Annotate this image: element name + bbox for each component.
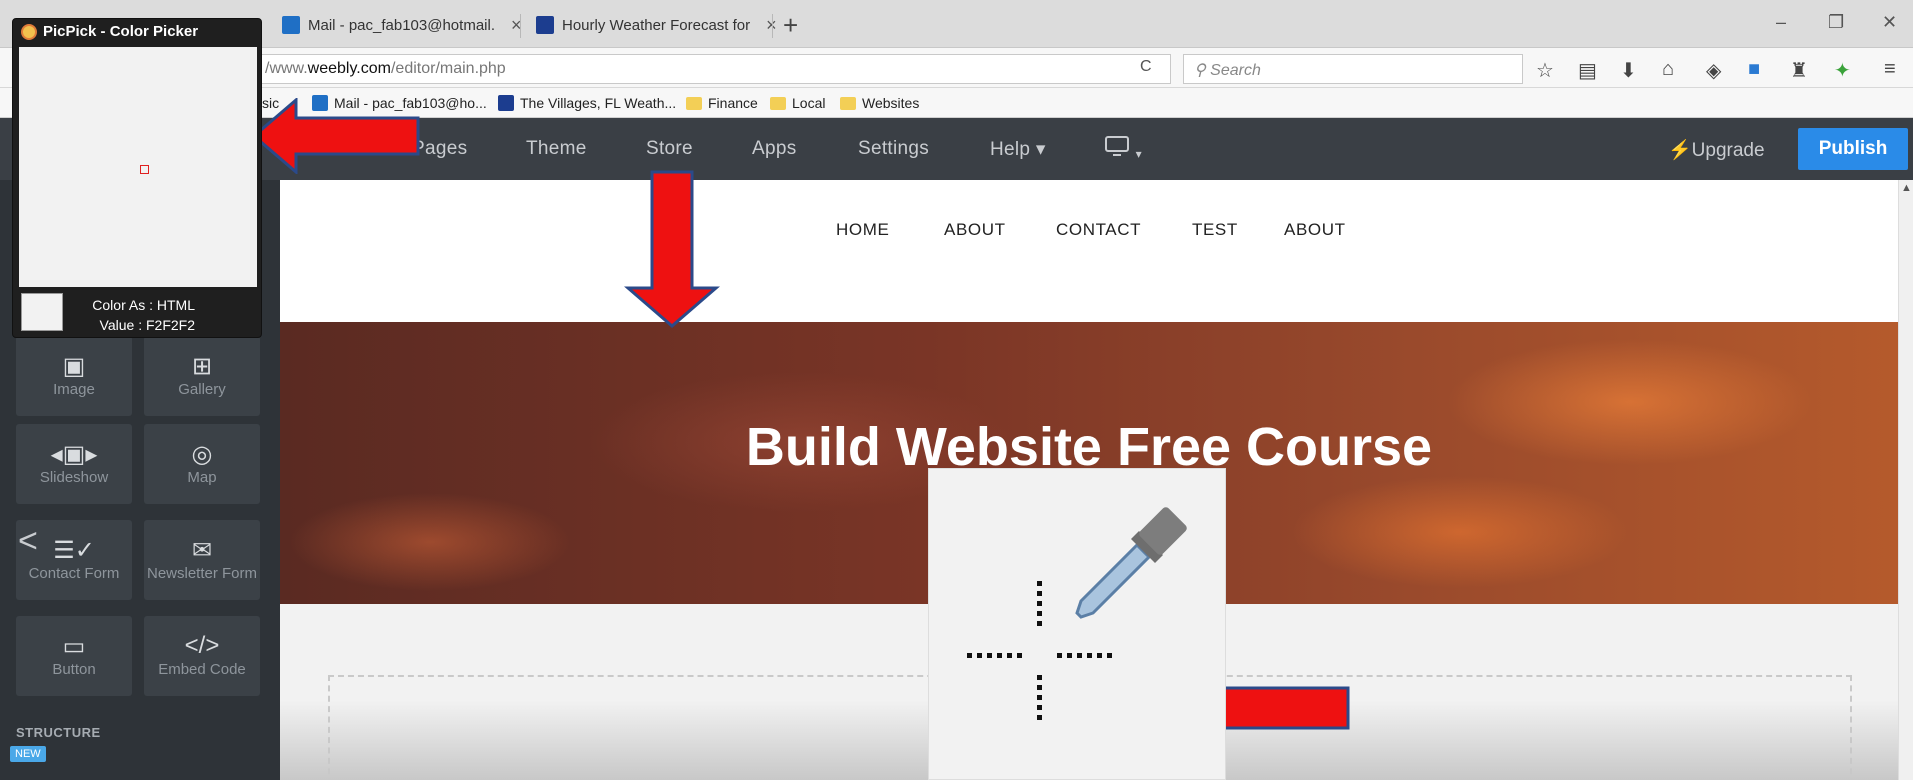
search-icon: ⚲ (1194, 62, 1206, 79)
menu-icon[interactable]: ≡ (1884, 58, 1896, 81)
annotation-arrow-left (252, 98, 420, 174)
picpick-title-bar[interactable]: PicPick - Color Picker (21, 23, 198, 40)
crosshair-right (1057, 653, 1113, 658)
url-path: /editor/main.php (390, 60, 506, 77)
search-placeholder: Search (1210, 62, 1261, 79)
outlook-icon (282, 16, 300, 34)
menu-help[interactable]: Help ▾ (990, 138, 1046, 161)
element-gallery[interactable]: ⊞ Gallery (144, 336, 260, 416)
element-newsletter-form[interactable]: ✉ Newsletter Form (144, 520, 260, 600)
minimize-button[interactable]: – (1776, 12, 1786, 33)
reload-icon[interactable]: C (1140, 58, 1152, 76)
url-prefix: /www. (265, 60, 308, 77)
menu-theme[interactable]: Theme (526, 138, 587, 160)
crosshair-bottom (1037, 675, 1042, 725)
extension-icon[interactable]: ■ (1748, 58, 1760, 81)
scroll-up-icon[interactable]: ▲ (1901, 182, 1912, 194)
url-bar[interactable]: /www.weebly.com/editor/main.php (256, 54, 1171, 84)
new-badge: NEW (10, 746, 46, 762)
bookmark-item[interactable]: The Villages, FL Weath... (498, 95, 676, 111)
site-nav-about-2[interactable]: ABOUT (1284, 220, 1346, 240)
site-nav-test[interactable]: TEST (1192, 220, 1238, 240)
picpick-zoom-preview (19, 47, 257, 287)
eyedropper-icon (1075, 507, 1187, 619)
folder-icon (770, 96, 786, 110)
menu-store[interactable]: Store (646, 138, 693, 160)
element-embed-code[interactable]: </> Embed Code (144, 616, 260, 696)
home-icon[interactable]: ⌂ (1662, 58, 1674, 81)
download-icon[interactable]: ⬇ (1620, 58, 1637, 83)
annotation-arrow-down (624, 170, 720, 328)
bookmark-folder[interactable]: Local (770, 95, 825, 111)
screen: Mail - pac_fab103@hotmail. × Hourly Weat… (0, 0, 1913, 780)
reading-list-icon[interactable]: ▤ (1578, 58, 1597, 83)
bookmark-folder[interactable]: Websites (840, 95, 919, 111)
eyedropper-magnifier (928, 468, 1226, 780)
search-input[interactable]: ⚲ Search (1183, 54, 1523, 84)
tab-separator (772, 14, 773, 38)
section-title-structure: STRUCTURE (16, 725, 101, 740)
site-nav-contact[interactable]: CONTACT (1056, 220, 1141, 240)
annotation-arrow-right (1222, 686, 1350, 730)
site-header: HOME ABOUT CONTACT TEST ABOUT (280, 180, 1898, 322)
monitor-icon (1105, 136, 1129, 156)
browser-tab-strip: Mail - pac_fab103@hotmail. × Hourly Weat… (0, 0, 1913, 48)
close-window-button[interactable]: ✕ (1882, 12, 1897, 33)
button-icon: ▭ (62, 633, 86, 660)
menu-settings[interactable]: Settings (858, 138, 929, 160)
folder-icon (686, 96, 702, 110)
gallery-icon: ⊞ (191, 353, 213, 380)
crosshair-left (967, 653, 1023, 658)
weather-channel-icon (498, 95, 514, 111)
collapse-arrow[interactable]: < (18, 522, 38, 561)
map-pin-icon: ◎ (191, 441, 213, 468)
element-button[interactable]: ▭ Button (16, 616, 132, 696)
picker-target-icon (140, 165, 149, 174)
element-slideshow[interactable]: ◂▣▸ Slideshow (16, 424, 132, 504)
tab-label: Mail - pac_fab103@hotmail. (308, 16, 495, 34)
device-preview-button[interactable]: ▾ (1104, 134, 1142, 164)
picpick-logo-icon (21, 23, 37, 40)
code-icon: </> (184, 632, 220, 659)
picpick-window[interactable]: PicPick - Color Picker Color As : HTML V… (12, 18, 262, 338)
url-domain: weebly.com (307, 60, 391, 77)
tab-weather[interactable]: Hourly Weather Forecast for × (526, 10, 787, 40)
tab-separator (520, 14, 521, 38)
tab-mail[interactable]: Mail - pac_fab103@hotmail. × (272, 10, 532, 40)
image-icon: ▣ (62, 353, 86, 380)
envelope-icon: ✉ (191, 537, 213, 564)
site-nav-home[interactable]: HOME (836, 220, 889, 240)
browser-nav-bar: /www.weebly.com/editor/main.php C ⚲ Sear… (0, 48, 1913, 112)
color-swatch (21, 293, 63, 331)
bookmark-star-icon[interactable]: ☆ (1536, 58, 1554, 83)
tab-label: Hourly Weather Forecast for (562, 16, 751, 34)
slideshow-icon: ◂▣▸ (50, 441, 98, 468)
upgrade-button[interactable]: ⚡Upgrade (1668, 138, 1765, 162)
site-nav-about[interactable]: ABOUT (944, 220, 1006, 240)
pocket-icon[interactable]: ◈ (1706, 58, 1721, 83)
scrollbar[interactable]: ▲ (1898, 180, 1913, 780)
lightning-icon: ⚡ (1668, 140, 1692, 161)
crosshair-top (1037, 581, 1042, 629)
bookmark-folder[interactable]: Finance (686, 95, 758, 111)
new-tab-button[interactable]: + (783, 10, 798, 41)
publish-button[interactable]: Publish (1798, 128, 1908, 170)
restore-button[interactable]: ❐ (1828, 12, 1844, 33)
element-image[interactable]: ▣ Image (16, 336, 132, 416)
menu-apps[interactable]: Apps (752, 138, 797, 160)
folder-icon (840, 96, 856, 110)
color-info: Color As : HTML Value : F2F2F2 (92, 297, 195, 333)
gift-icon[interactable]: ♜ (1790, 58, 1808, 83)
notification-icon[interactable]: ✦ (1834, 58, 1851, 83)
weather-channel-icon (536, 16, 554, 34)
element-map[interactable]: ◎ Map (144, 424, 260, 504)
